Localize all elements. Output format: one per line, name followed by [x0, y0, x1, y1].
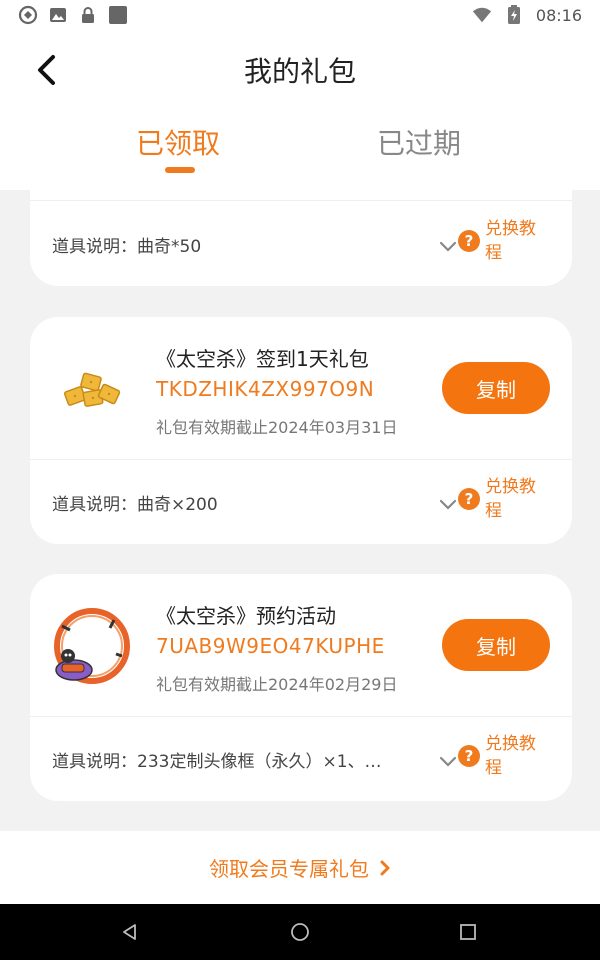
card-divider — [30, 200, 572, 201]
question-icon: ? — [458, 745, 480, 767]
exchange-tutorial-link[interactable]: 兑换教程 — [485, 475, 545, 523]
gift-desc: 道具说明：233定制头像框（永久）×1、… — [52, 752, 382, 772]
lock-icon — [78, 5, 98, 25]
gift-desc-row: 道具说明：曲奇*50 ? 兑换教程 — [30, 202, 572, 286]
gift-card: 《太空杀》签到1天礼包 TKDZHIK4ZX997O9N 礼包有效期截止2024… — [30, 317, 572, 544]
image-icon — [48, 5, 68, 25]
square-icon — [108, 5, 128, 25]
chevron-down-icon[interactable] — [438, 236, 458, 256]
vip-gift-link[interactable]: 领取会员专属礼包 — [209, 853, 391, 882]
exchange-tutorial-link[interactable]: 兑换教程 — [485, 732, 545, 780]
clock: 08:16 — [535, 5, 582, 25]
gift-expiry: 礼包有效期截止2024年02月29日 — [156, 675, 398, 694]
back-nav-icon[interactable] — [118, 920, 142, 944]
chevron-right-icon — [380, 860, 390, 875]
recents-nav-icon[interactable] — [456, 920, 480, 944]
battery-icon — [504, 5, 524, 25]
gift-name: 《太空杀》签到1天礼包 — [156, 347, 369, 371]
gift-code: TKDZHIK4ZX997O9N — [156, 377, 375, 401]
wifi-icon — [472, 5, 492, 25]
gift-name: 《太空杀》预约活动 — [156, 604, 336, 628]
system-nav-bar — [0, 904, 600, 960]
gift-desc: 道具说明：曲奇×200 — [52, 495, 218, 515]
question-icon: ? — [458, 488, 480, 510]
header: 我的礼包 已领取 已过期 — [0, 30, 600, 190]
gift-desc-row: 道具说明：233定制头像框（永久）×1、… ? 兑换教程 — [30, 717, 572, 801]
gift-expiry: 礼包有效期截止2024年03月31日 — [156, 418, 398, 437]
gift-card: 《太空杀》预约活动 7UAB9W9EO47KUPHE 礼包有效期截止2024年0… — [30, 574, 572, 801]
gift-desc: 道具说明：曲奇*50 — [52, 237, 202, 257]
question-icon: ? — [458, 230, 480, 252]
gift-desc-row: 道具说明：曲奇×200 ? 兑换教程 — [30, 460, 572, 544]
tab-expired[interactable]: 已过期 — [377, 122, 461, 162]
tab-active-indicator — [165, 167, 195, 173]
gift-card: 道具说明：曲奇*50 ? 兑换教程 — [30, 190, 572, 286]
vip-gift-label: 领取会员专属礼包 — [209, 857, 369, 881]
vpn-icon — [18, 5, 38, 25]
home-nav-icon[interactable] — [288, 920, 312, 944]
gift-code: 7UAB9W9EO47KUPHE — [156, 634, 385, 658]
avatar-frame-icon — [52, 608, 132, 688]
chevron-down-icon[interactable] — [438, 751, 458, 771]
gift-list[interactable]: 道具说明：曲奇*50 ? 兑换教程 《太空杀》签到1天礼包 TKDZHIK4ZX… — [0, 190, 600, 830]
chevron-down-icon[interactable] — [438, 494, 458, 514]
vip-gift-bar[interactable]: 领取会员专属礼包 — [0, 831, 600, 904]
cookies-icon — [52, 351, 132, 431]
status-bar: 08:16 — [0, 0, 600, 30]
exchange-tutorial-link[interactable]: 兑换教程 — [485, 217, 545, 265]
copy-button[interactable]: 复制 — [442, 362, 550, 414]
copy-button[interactable]: 复制 — [442, 619, 550, 671]
page-title: 我的礼包 — [243, 55, 356, 88]
tab-received[interactable]: 已领取 — [136, 122, 220, 162]
